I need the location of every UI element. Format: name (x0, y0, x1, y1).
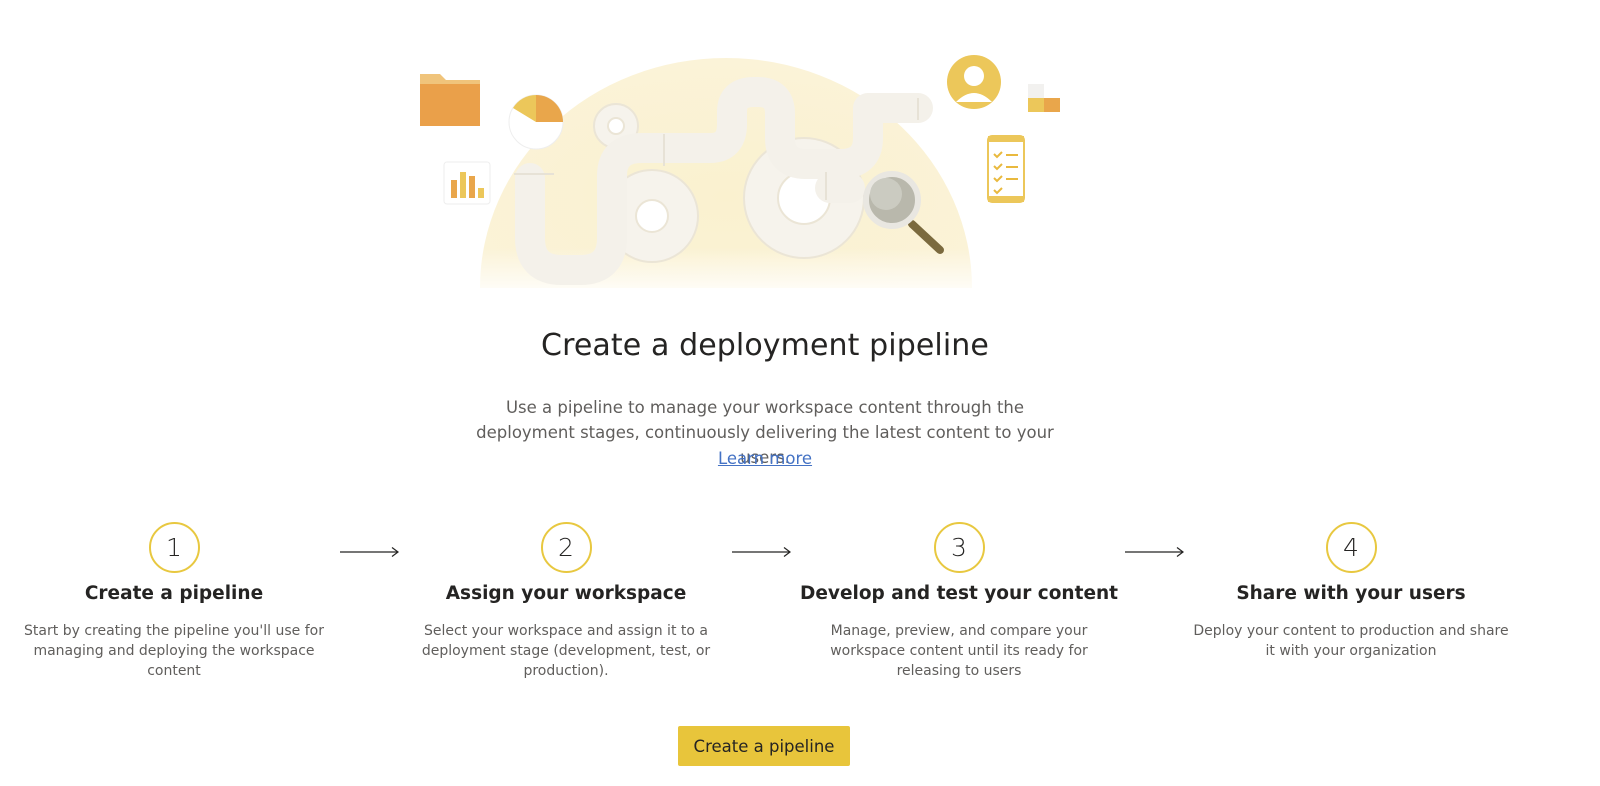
pipeline-illustration (420, 48, 1100, 300)
step-number-badge: 1 (148, 522, 200, 573)
folder-icon (420, 74, 480, 126)
step-title: Develop and test your content (799, 583, 1119, 604)
step-share-users: 4 Share with your users Deploy your cont… (1171, 522, 1531, 661)
step-create-pipeline: 1 Create a pipeline Start by creating th… (0, 522, 354, 681)
step-develop-test: 3 Develop and test your content Manage, … (779, 522, 1139, 681)
blocks-icon (1028, 84, 1060, 112)
step-number-badge: 4 (1325, 522, 1377, 573)
step-title: Share with your users (1236, 583, 1466, 604)
learn-more-container: Learn more (0, 449, 1530, 468)
step-description: Manage, preview, and compare your worksp… (830, 623, 1088, 679)
step-description: Select your workspace and assign it to a… (421, 623, 711, 679)
step-assign-workspace: 2 Assign your workspace Select your work… (386, 522, 746, 681)
learn-more-link[interactable]: Learn more (718, 449, 812, 468)
step-description: Start by creating the pipeline you'll us… (24, 623, 324, 679)
step-number-badge: 3 (933, 522, 985, 573)
create-pipeline-button[interactable]: Create a pipeline (678, 726, 850, 766)
checklist-icon (987, 135, 1025, 203)
user-avatar-icon (947, 55, 1001, 109)
pie-chart-icon (508, 94, 564, 150)
bar-chart-icon (443, 161, 491, 205)
step-title: Create a pipeline (84, 583, 264, 604)
step-number-badge: 2 (540, 522, 592, 573)
step-description: Deploy your content to production and sh… (1193, 623, 1509, 659)
step-title: Assign your workspace (445, 583, 687, 604)
page-title: Create a deployment pipeline (541, 328, 989, 363)
